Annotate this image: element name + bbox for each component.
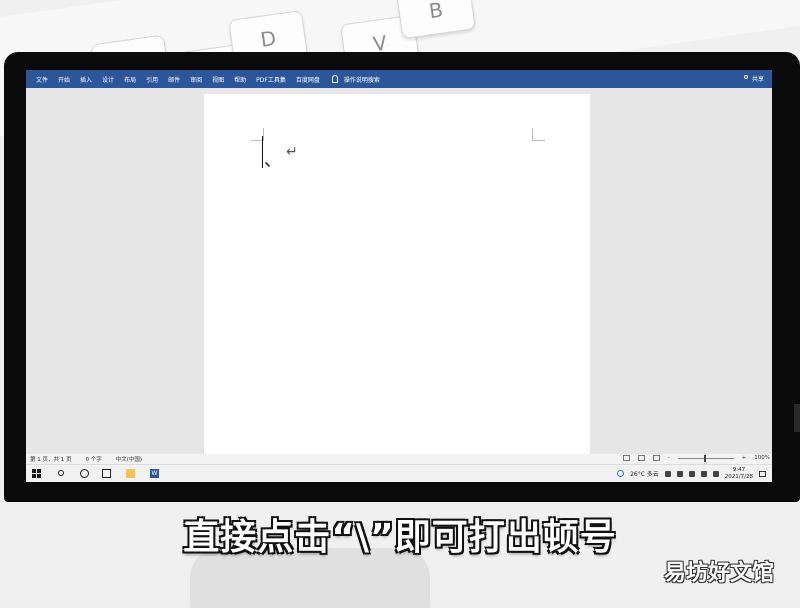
tab-help[interactable]: 帮助 xyxy=(234,75,246,84)
file-explorer-icon[interactable] xyxy=(126,469,135,478)
keyboard-key: B xyxy=(395,0,476,40)
page-count[interactable]: 第 1 页，共 1 页 xyxy=(30,455,72,463)
ribbon-tabs: 文件 开始 插入 设计 布局 引用 邮件 审阅 视图 帮助 PDF工具集 百度网… xyxy=(26,70,772,88)
monitor-side-button xyxy=(794,404,800,432)
text-cursor xyxy=(262,136,263,168)
windows-start-icon[interactable] xyxy=(32,469,41,478)
volume-icon[interactable] xyxy=(712,470,719,477)
tray-app-icon[interactable] xyxy=(664,470,671,477)
tab-file[interactable]: 文件 xyxy=(36,75,48,84)
tray-app-icon[interactable] xyxy=(676,470,683,477)
search-icon[interactable] xyxy=(58,470,64,476)
read-mode-icon[interactable] xyxy=(622,455,630,461)
weather-text[interactable]: 26°C 多云 xyxy=(630,469,659,478)
tab-view[interactable]: 视图 xyxy=(212,75,224,84)
screen: 文件 开始 插入 设计 布局 引用 邮件 审阅 视图 帮助 PDF工具集 百度网… xyxy=(26,70,772,482)
status-bar: 第 1 页，共 1 页 0 个字 中文(中国) - + 100% xyxy=(26,454,772,464)
zoom-slider[interactable] xyxy=(677,454,734,462)
share-button[interactable]: 共享 xyxy=(743,74,764,83)
share-label: 共享 xyxy=(751,76,764,83)
document-text: 、 xyxy=(264,150,282,171)
print-layout-icon[interactable] xyxy=(637,455,645,461)
tell-me-label: 操作说明搜索 xyxy=(343,76,380,84)
watermark: 易坊好文馆 xyxy=(663,561,774,586)
cortana-icon[interactable] xyxy=(80,469,89,478)
video-caption: 直接点击“\”即可打出顿号 xyxy=(183,517,617,558)
zoom-out-button[interactable]: - xyxy=(668,455,670,461)
tab-design[interactable]: 设计 xyxy=(102,75,114,84)
document-page[interactable]: 、 ↵ xyxy=(204,94,590,460)
network-icon[interactable] xyxy=(700,470,707,477)
tab-pdf-tools[interactable]: PDF工具集 xyxy=(256,75,286,84)
clock-date: 2021/7/28 xyxy=(724,473,753,480)
tab-home[interactable]: 开始 xyxy=(58,75,70,84)
tab-layout[interactable]: 布局 xyxy=(124,75,136,84)
weather-icon[interactable] xyxy=(617,470,625,477)
tell-me-search[interactable]: 操作说明搜索 xyxy=(331,75,380,84)
task-view-icon[interactable] xyxy=(102,469,111,478)
status-right: - + 100% xyxy=(622,454,770,462)
taskbar-clock[interactable]: 9:47 2021/7/28 xyxy=(725,467,753,480)
windows-taskbar: W 26°C 多云 9:47 2021/7/28 xyxy=(26,464,772,482)
web-layout-icon[interactable] xyxy=(652,455,660,461)
tab-mailings[interactable]: 邮件 xyxy=(168,75,180,84)
document-area: 、 ↵ xyxy=(26,88,772,460)
notification-icon[interactable] xyxy=(759,470,766,477)
word-count[interactable]: 0 个字 xyxy=(86,455,102,463)
tab-insert[interactable]: 插入 xyxy=(80,75,92,84)
person-icon xyxy=(743,75,749,82)
zoom-slider-thumb[interactable] xyxy=(703,454,706,462)
word-app-icon[interactable]: W xyxy=(150,469,159,478)
tab-review[interactable]: 审阅 xyxy=(190,75,202,84)
margin-mark-top-right xyxy=(532,128,545,141)
zoom-level[interactable]: 100% xyxy=(754,455,770,461)
battery-icon[interactable] xyxy=(688,470,695,477)
paragraph-mark-icon: ↵ xyxy=(286,144,298,160)
lightbulb-icon xyxy=(331,75,338,83)
zoom-in-button[interactable]: + xyxy=(742,455,747,461)
tab-baidu-netdisk[interactable]: 百度网盘 xyxy=(296,75,320,84)
system-tray: 26°C 多云 9:47 2021/7/28 xyxy=(617,467,766,480)
language-indicator[interactable]: 中文(中国) xyxy=(116,455,142,463)
tab-references[interactable]: 引用 xyxy=(146,75,158,84)
